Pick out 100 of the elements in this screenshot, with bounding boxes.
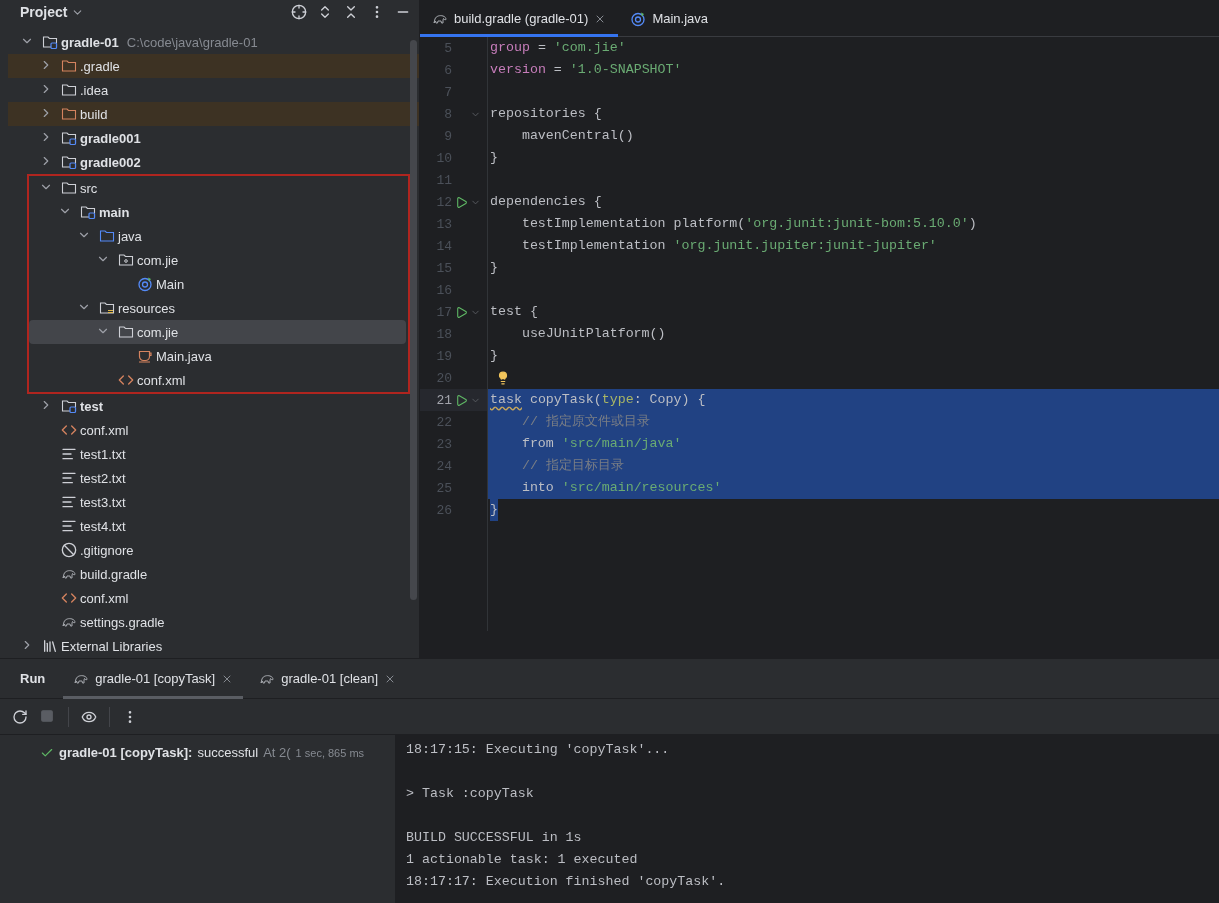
- folder-icon: [61, 58, 77, 74]
- code-line: }: [490, 347, 498, 365]
- code-line: repositories {: [490, 105, 602, 123]
- console-line: 1 actionable task: 1 executed: [406, 851, 639, 869]
- tree-item[interactable]: test3.txt: [8, 490, 419, 514]
- run-icon[interactable]: [454, 393, 468, 407]
- module-folder-icon: [61, 398, 77, 414]
- item-label: build.gradle: [80, 566, 148, 582]
- item-path: C:\code\java\gradle-01: [126, 34, 258, 50]
- tree-item[interactable]: test4.txt: [8, 514, 419, 538]
- run-tab[interactable]: gradle-01 [copyTask]: [63, 658, 244, 699]
- console-line: BUILD SUCCESSFUL in 1s: [406, 829, 583, 847]
- tree-item[interactable]: gradle002: [8, 150, 419, 174]
- item-label: gradle001: [80, 130, 141, 146]
- tree-item[interactable]: gradle001: [8, 126, 419, 150]
- cup-icon: [137, 348, 153, 364]
- code-line: dependencies {: [490, 193, 602, 211]
- line-number: 21: [435, 392, 452, 408]
- item-label: .gradle: [80, 58, 120, 74]
- run-icon[interactable]: [454, 195, 468, 209]
- item-label: test2.txt: [80, 470, 126, 486]
- panel-title: Run: [20, 671, 46, 686]
- item-label: Main.java: [156, 348, 212, 364]
- text-file-icon: [61, 518, 77, 534]
- scrollbar[interactable]: [410, 40, 417, 600]
- item-label: com.jie: [137, 324, 179, 340]
- module-folder-icon: [61, 154, 77, 170]
- code-line: // 指定原文件或目录: [520, 413, 650, 431]
- item-label: gradle-01: [61, 34, 119, 50]
- item-label: Main: [156, 276, 185, 292]
- editor-tab[interactable]: Main.java: [618, 0, 721, 37]
- code-line: useJUnitPlatform(): [520, 325, 666, 343]
- tree-item[interactable]: Main: [29, 272, 408, 296]
- tree-item[interactable]: test1.txt: [8, 442, 419, 466]
- code-line: test {: [490, 303, 538, 321]
- tree-item[interactable]: .gitignore: [8, 538, 419, 562]
- code-line: testImplementation platform('org.junit:junit-bom:5.10.0'): [520, 215, 977, 233]
- code-line: from 'src/main/java': [520, 435, 682, 453]
- class-icon: [137, 276, 153, 292]
- editor-tab[interactable]: build.gradle (gradle-01): [420, 0, 619, 37]
- item-label: conf.xml: [80, 590, 129, 606]
- folder-icon: [99, 228, 115, 244]
- module-folder-icon: [80, 204, 96, 220]
- item-label: External Libraries: [61, 638, 163, 654]
- tree-item[interactable]: java: [29, 224, 408, 248]
- item-label: resources: [118, 300, 176, 316]
- tree-item[interactable]: conf.xml: [8, 418, 419, 442]
- code-line: version = '1.0-SNAPSHOT': [490, 61, 682, 79]
- tree-item[interactable]: test2.txt: [8, 466, 419, 490]
- tree-item[interactable]: build.gradle: [8, 562, 419, 586]
- task-outcome: successful: [197, 745, 259, 760]
- code-icon: [61, 422, 77, 438]
- tree-item[interactable]: External Libraries: [8, 634, 419, 658]
- code-line: mavenCentral(): [520, 127, 634, 145]
- item-label: .gitignore: [80, 542, 134, 558]
- class-icon: [630, 10, 647, 27]
- run-icon[interactable]: [454, 305, 468, 319]
- task-time: At 2(: [263, 745, 291, 760]
- code-line: task copyTask(type: Copy) {: [490, 391, 706, 409]
- tree-item[interactable]: src: [29, 176, 408, 200]
- item-label: test4.txt: [80, 518, 126, 534]
- item-label: main: [99, 204, 130, 220]
- tree-item[interactable]: .idea: [8, 78, 419, 102]
- text-file-icon: [61, 446, 77, 462]
- task-duration: 1 sec, 865 ms: [295, 746, 365, 759]
- item-label: gradle002: [80, 154, 141, 170]
- tree-item[interactable]: gradle-01 C:\code\java\gradle-01: [8, 30, 419, 54]
- tree-item[interactable]: .gradle: [8, 54, 419, 78]
- tree-item[interactable]: resources: [29, 296, 408, 320]
- tree-item[interactable]: com.jie: [29, 248, 408, 272]
- run-tab[interactable]: gradle-01 [clean]: [249, 658, 407, 699]
- locate-icon[interactable]: [291, 4, 307, 20]
- tree-item[interactable]: test: [8, 394, 419, 418]
- item-label: test1.txt: [80, 446, 126, 462]
- tree-item[interactable]: conf.xml: [29, 368, 408, 392]
- folder-icon: [118, 324, 134, 340]
- code-line: into 'src/main/resources': [520, 479, 722, 497]
- task-name: gradle-01 [copyTask]:: [59, 745, 193, 760]
- console-line: 18:17:17: Execution finished 'copyTask'.: [406, 873, 727, 891]
- panel-title[interactable]: Project: [20, 4, 68, 20]
- bulb-icon[interactable]: [496, 371, 510, 385]
- folder-icon: [61, 82, 77, 98]
- folder-icon: [61, 180, 77, 196]
- item-label: test3.txt: [80, 494, 126, 510]
- folder-icon: [61, 106, 77, 122]
- tree-item[interactable]: settings.gradle: [8, 610, 419, 634]
- tree-item[interactable]: conf.xml: [8, 586, 419, 610]
- text-file-icon: [61, 470, 77, 486]
- tree-item[interactable]: main: [29, 200, 408, 224]
- item-label: src: [80, 180, 98, 196]
- code-icon: [118, 372, 134, 388]
- tree-item[interactable]: Main.java: [29, 344, 408, 368]
- rerun-icon[interactable]: [12, 708, 28, 725]
- run-result[interactable]: gradle-01 [copyTask]: successful At 2( 1 sec, 865 ms: [40, 745, 395, 760]
- tree-item[interactable]: build: [8, 102, 419, 126]
- code-line: }: [490, 149, 498, 167]
- resources-folder-icon: [99, 300, 115, 316]
- code-line: // 指定目标目录: [520, 457, 624, 475]
- library-icon: [42, 638, 58, 654]
- tree-item[interactable]: com.jie: [29, 320, 406, 344]
